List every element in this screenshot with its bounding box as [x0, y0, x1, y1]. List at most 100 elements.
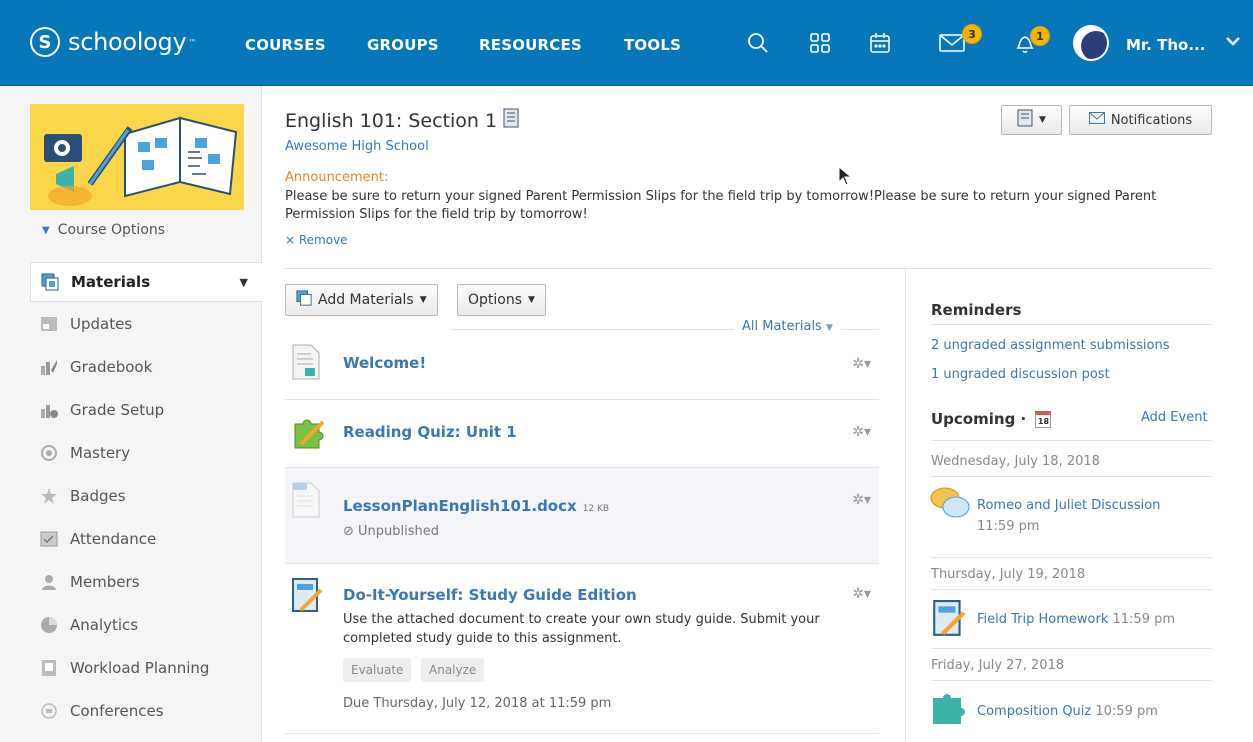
- page-title: English 101: Section 1: [285, 108, 519, 133]
- analytics-icon: [38, 615, 60, 635]
- reminder-ungraded-discussion[interactable]: 1 ungraded discussion post: [931, 367, 1110, 382]
- user-avatar[interactable]: [1073, 25, 1109, 61]
- assignment-icon: [931, 600, 967, 642]
- event-time: 11:59 pm: [977, 519, 1040, 534]
- material-row-welcome[interactable]: Welcome! ✲▾: [285, 332, 879, 400]
- sidebar-item-label: Mastery: [70, 444, 131, 462]
- sidebar-item-label: Attendance: [70, 530, 157, 548]
- event-field-trip[interactable]: Field Trip Homework 11:59 pm: [977, 612, 1175, 627]
- course-title-text: English 101: Section 1: [285, 109, 498, 132]
- material-title[interactable]: Welcome!: [343, 354, 426, 372]
- reminder-ungraded-submissions[interactable]: 2 ungraded assignment submissions: [931, 338, 1170, 353]
- column-divider: [905, 269, 906, 742]
- caret-down-icon[interactable]: ▼: [240, 276, 248, 289]
- page-icon: [291, 344, 323, 380]
- divider: [931, 440, 1212, 441]
- gear-icon[interactable]: ✲▾: [852, 356, 871, 372]
- material-row-reading-quiz[interactable]: Reading Quiz: Unit 1 ✲▾: [285, 400, 879, 468]
- calendar-icon[interactable]: [865, 28, 895, 58]
- tag-evaluate[interactable]: Evaluate: [343, 658, 412, 682]
- school-link[interactable]: Awesome High School: [285, 139, 429, 154]
- apps-grid-icon[interactable]: [805, 28, 835, 58]
- word-document-icon: [291, 482, 323, 518]
- updates-icon: [38, 314, 60, 334]
- event-time: 10:59 pm: [1095, 704, 1158, 719]
- nav-courses[interactable]: COURSES: [245, 36, 326, 54]
- sidebar-item-grade-setup[interactable]: Grade Setup: [30, 392, 262, 428]
- calendar-icon[interactable]: 18: [1035, 411, 1052, 428]
- upcoming-date: Wednesday, July 18, 2018: [931, 454, 1100, 469]
- add-materials-label: Add Materials: [318, 292, 414, 308]
- chevron-down-icon[interactable]: [1224, 32, 1242, 54]
- course-image: [30, 104, 244, 210]
- event-composition-quiz[interactable]: Composition Quiz 10:59 pm: [977, 704, 1158, 719]
- sidebar-item-label: Gradebook: [70, 358, 153, 376]
- divider: [931, 476, 1212, 477]
- event-title[interactable]: Composition Quiz: [977, 704, 1091, 719]
- discussion-icon: [930, 486, 972, 526]
- gear-icon[interactable]: ✲▾: [852, 586, 871, 602]
- envelope-icon: [1088, 112, 1105, 128]
- notifications-badge: 1: [1030, 26, 1050, 46]
- file-name[interactable]: LessonPlanEnglish101.docx: [343, 497, 577, 515]
- due-date: Due Thursday, July 12, 2018 at 11:59 pm: [343, 696, 612, 711]
- logo-wordmark: schoology: [68, 28, 187, 56]
- user-name[interactable]: Mr. Tho...: [1126, 36, 1205, 54]
- course-notebook-icon[interactable]: [503, 108, 519, 133]
- sidebar-item-label: Badges: [70, 487, 126, 505]
- members-icon: [38, 572, 60, 592]
- gear-icon[interactable]: ✲▾: [852, 492, 871, 508]
- logo-s-mark: S: [30, 27, 60, 57]
- quiz-puzzle-icon: [931, 692, 965, 730]
- sidebar-item-workload-planning[interactable]: Workload Planning: [30, 650, 262, 686]
- materials-icon: [296, 290, 312, 310]
- quiz-puzzle-icon: [291, 414, 325, 450]
- sidebar-item-updates[interactable]: Updates: [30, 306, 262, 342]
- sidebar-item-label: Conferences: [70, 702, 164, 720]
- sidebar-item-attendance[interactable]: Attendance: [30, 521, 262, 557]
- sidebar-item-badges[interactable]: Badges: [30, 478, 262, 514]
- add-materials-button[interactable]: Add Materials ▼: [285, 284, 438, 316]
- messages-badge: 3: [962, 24, 982, 44]
- event-title[interactable]: Field Trip Homework: [977, 612, 1108, 627]
- sidebar-item-materials[interactable]: Materials ▼: [30, 262, 262, 302]
- gear-icon[interactable]: ✲▾: [852, 424, 871, 440]
- schoology-logo[interactable]: S schoology ™: [30, 24, 196, 60]
- sidebar-item-mastery[interactable]: Mastery: [30, 435, 262, 471]
- sidebar-item-label: Materials: [71, 273, 151, 291]
- announcement-text: Please be sure to return your signed Par…: [285, 189, 1157, 222]
- material-title[interactable]: Reading Quiz: Unit 1: [343, 423, 517, 441]
- attendance-icon: [38, 529, 60, 549]
- material-row-study-guide[interactable]: Do-It-Yourself: Study Guide Edition Use …: [285, 564, 879, 734]
- search-icon[interactable]: [743, 28, 773, 58]
- sidebar-item-analytics[interactable]: Analytics: [30, 607, 262, 643]
- add-event-link[interactable]: Add Event: [1141, 410, 1208, 425]
- sidebar-item-label: Members: [70, 573, 140, 591]
- nav-tools[interactable]: TOOLS: [624, 36, 681, 54]
- material-row-lesson-plan[interactable]: LessonPlanEnglish101.docx 12 KB ⊘ Unpubli…: [285, 468, 879, 564]
- sidebar-item-members[interactable]: Members: [30, 564, 262, 600]
- sidebar-item-gradebook[interactable]: Gradebook: [30, 349, 262, 385]
- options-label: Options: [468, 292, 523, 308]
- course-view-dropdown[interactable]: ▼: [1001, 105, 1062, 135]
- notifications-button[interactable]: Notifications: [1069, 105, 1212, 135]
- material-title[interactable]: LessonPlanEnglish101.docx 12 KB: [343, 497, 609, 515]
- nav-groups[interactable]: GROUPS: [367, 36, 439, 54]
- upcoming-date: Friday, July 27, 2018: [931, 658, 1065, 673]
- options-button[interactable]: Options ▼: [457, 284, 546, 316]
- top-nav-bar: S schoology ™ COURSES GROUPS RESOURCES TO…: [0, 0, 1253, 86]
- material-title[interactable]: Do-It-Yourself: Study Guide Edition: [343, 586, 637, 604]
- conferences-icon: [38, 701, 60, 721]
- nav-resources[interactable]: RESOURCES: [479, 36, 582, 54]
- sidebar-item-conferences[interactable]: Conferences: [30, 693, 262, 729]
- event-romeo-juliet[interactable]: Romeo and Juliet Discussion: [977, 498, 1160, 513]
- course-options-toggle[interactable]: ▼ Course Options: [42, 222, 165, 238]
- caret-down-icon: ▼: [42, 224, 50, 236]
- caret-down-icon: ▼: [528, 295, 535, 305]
- assignment-icon: [291, 578, 323, 614]
- left-sidebar: ▼ Course Options Materials ▼ Updates Gra…: [0, 86, 262, 742]
- notebook-icon: [1017, 109, 1033, 131]
- announcement-label: Announcement:: [285, 170, 389, 185]
- remove-announcement-link[interactable]: × Remove: [285, 233, 348, 247]
- tag-analyze[interactable]: Analyze: [421, 658, 485, 682]
